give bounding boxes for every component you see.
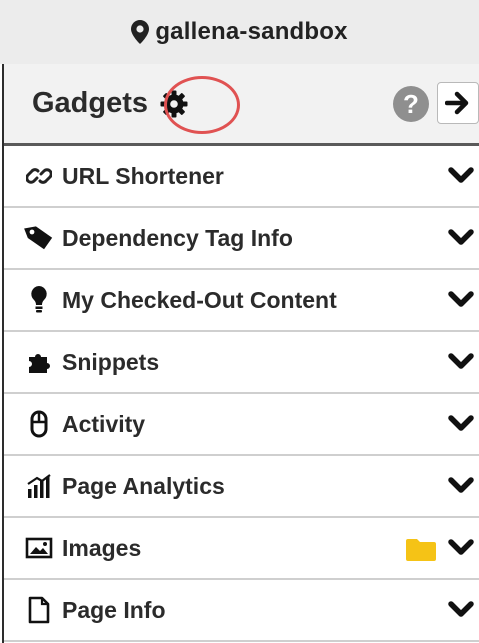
- gadget-label: Snippets: [62, 348, 160, 375]
- gear-icon[interactable]: [156, 86, 192, 122]
- collapse-panel-button[interactable]: [437, 82, 479, 124]
- tag-icon: [24, 223, 54, 253]
- chevron-down-icon[interactable]: [447, 348, 475, 376]
- gadget-my-checked-out-content[interactable]: My Checked-Out Content: [4, 270, 479, 332]
- bar-chart-icon: [24, 471, 54, 501]
- chevron-down-icon[interactable]: [447, 472, 475, 500]
- gadgets-panel: Gadgets ? URL Shortener Dependency Tag I…: [2, 64, 479, 643]
- panel-title: Gadgets: [32, 87, 149, 119]
- lightbulb-icon: [24, 285, 54, 315]
- gadget-snippets[interactable]: Snippets: [4, 332, 479, 394]
- chevron-down-icon[interactable]: [447, 534, 475, 562]
- chevron-down-icon[interactable]: [447, 596, 475, 624]
- gadget-url-shortener[interactable]: URL Shortener: [4, 146, 479, 208]
- site-bar: gallena-sandbox: [0, 0, 479, 64]
- map-marker-icon: [131, 20, 150, 44]
- chevron-down-icon[interactable]: [447, 410, 475, 438]
- chevron-down-icon[interactable]: [447, 224, 475, 252]
- panel-header: Gadgets ?: [4, 64, 479, 146]
- gadget-label: URL Shortener: [62, 162, 224, 189]
- file-icon: [24, 595, 54, 625]
- gadget-label: Activity: [62, 410, 146, 437]
- gadgets-panel-screenshot: gallena-sandbox Gadgets ? URL Shortener …: [0, 0, 479, 643]
- gadget-label: Page Info: [62, 596, 166, 623]
- folder-icon[interactable]: [405, 536, 437, 562]
- gadget-dependency-tag-info[interactable]: Dependency Tag Info: [4, 208, 479, 270]
- mouse-icon: [24, 409, 54, 439]
- help-icon[interactable]: ?: [393, 86, 429, 122]
- chevron-down-icon[interactable]: [447, 286, 475, 314]
- puzzle-icon: [24, 347, 54, 377]
- gadget-page-analytics[interactable]: Page Analytics: [4, 456, 479, 518]
- chevron-down-icon[interactable]: [447, 162, 475, 190]
- gadget-page-info[interactable]: Page Info: [4, 580, 479, 642]
- gadget-images[interactable]: Images: [4, 518, 479, 580]
- gadget-label: My Checked-Out Content: [62, 286, 337, 313]
- gadget-label: Dependency Tag Info: [62, 224, 293, 251]
- arrow-right-icon: [445, 91, 469, 115]
- image-icon: [24, 533, 54, 563]
- gadget-label: Images: [62, 534, 142, 561]
- link-icon: [24, 161, 54, 191]
- gadget-activity[interactable]: Activity: [4, 394, 479, 456]
- site-name: gallena-sandbox: [155, 18, 348, 45]
- gadget-label: Page Analytics: [62, 472, 225, 499]
